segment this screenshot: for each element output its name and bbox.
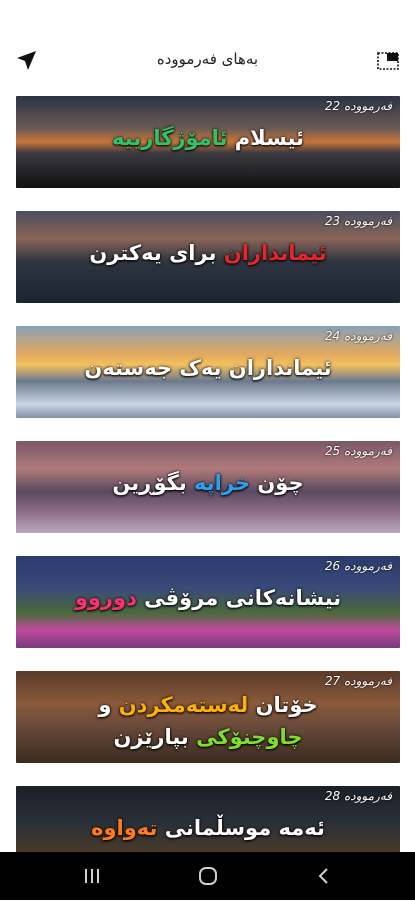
hadith-list: فەرموودە 22 ئیسلام ئامۆژگارییە فەرموودە 23…	[16, 96, 400, 901]
hadith-card[interactable]: فەرموودە 27 خۆتان لەستەمکردن و چاوچنۆکی بپ…	[16, 671, 400, 763]
system-navbar	[0, 852, 415, 900]
hadith-number: فەرموودە 28	[324, 789, 392, 803]
page-title: بەهای فەرموودە	[156, 50, 259, 68]
title-segment: بپارێزن	[113, 725, 189, 749]
hadith-title-line: نیشانەکانی مرۆڤی دوروو	[16, 586, 400, 610]
title-segment: چۆن	[250, 471, 304, 495]
title-segment: بگۆڕین	[112, 471, 187, 495]
title-segment: ئامۆژگارییە	[112, 126, 228, 150]
hadith-number: فەرموودە 26	[324, 559, 392, 573]
title-segment: نیشانەکانی مرۆڤی	[136, 586, 342, 610]
title-segment: برای یەکترن	[89, 241, 217, 265]
title-segment: ئیسلام	[227, 126, 304, 150]
hadith-title-line: خۆتان لەستەمکردن و	[16, 693, 400, 717]
hadith-number: فەرموودە 24	[324, 329, 392, 343]
title-segment: ئیمانداران	[216, 241, 327, 265]
title-segment: ئیمانداران یەک جەستەن	[84, 356, 332, 380]
hadith-card[interactable]: فەرموودە 26 نیشانەکانی مرۆڤی دوروو	[16, 556, 400, 648]
home-icon[interactable]	[197, 865, 219, 887]
title-segment: تەواوە	[91, 816, 158, 840]
app-header: بەهای فەرموودە	[0, 0, 415, 95]
hadith-card[interactable]: فەرموودە 22 ئیسلام ئامۆژگارییە	[16, 96, 400, 188]
picture-in-picture-icon[interactable]	[375, 48, 401, 74]
hadith-title-line: ئیمانداران یەک جەستەن	[16, 356, 400, 380]
title-segment: دوروو	[74, 586, 137, 610]
title-segment: خۆتان	[248, 693, 318, 717]
hadith-title-line: ئیمانداران برای یەکترن	[16, 241, 400, 265]
title-segment: و	[98, 693, 112, 717]
recents-icon[interactable]	[82, 866, 102, 886]
hadith-title-line: چاوچنۆکی بپارێزن	[16, 725, 400, 749]
title-segment: ئەمە موسڵمانی	[157, 816, 325, 840]
hadith-number: فەرموودە 22	[324, 99, 392, 113]
back-icon[interactable]	[314, 865, 334, 887]
hadith-title-line: ئیسلام ئامۆژگارییە	[16, 126, 400, 150]
title-segment: چاوچنۆکی	[188, 725, 303, 749]
hadith-card[interactable]: فەرموودە 25 چۆن خراپە بگۆڕین	[16, 441, 400, 533]
hadith-number: فەرموودە 25	[324, 444, 392, 458]
hadith-title-line: چۆن خراپە بگۆڕین	[16, 471, 400, 495]
hadith-number: فەرموودە 27	[324, 674, 392, 688]
title-segment: لەستەمکردن	[111, 693, 249, 717]
hadith-number: فەرموودە 23	[324, 214, 392, 228]
hadith-title-line: ئەمە موسڵمانی تەواوە	[16, 816, 400, 840]
title-segment: خراپە	[186, 471, 251, 495]
hadith-card[interactable]: فەرموودە 23 ئیمانداران برای یەکترن	[16, 211, 400, 303]
hadith-card[interactable]: فەرموودە 24 ئیمانداران یەک جەستەن	[16, 326, 400, 418]
